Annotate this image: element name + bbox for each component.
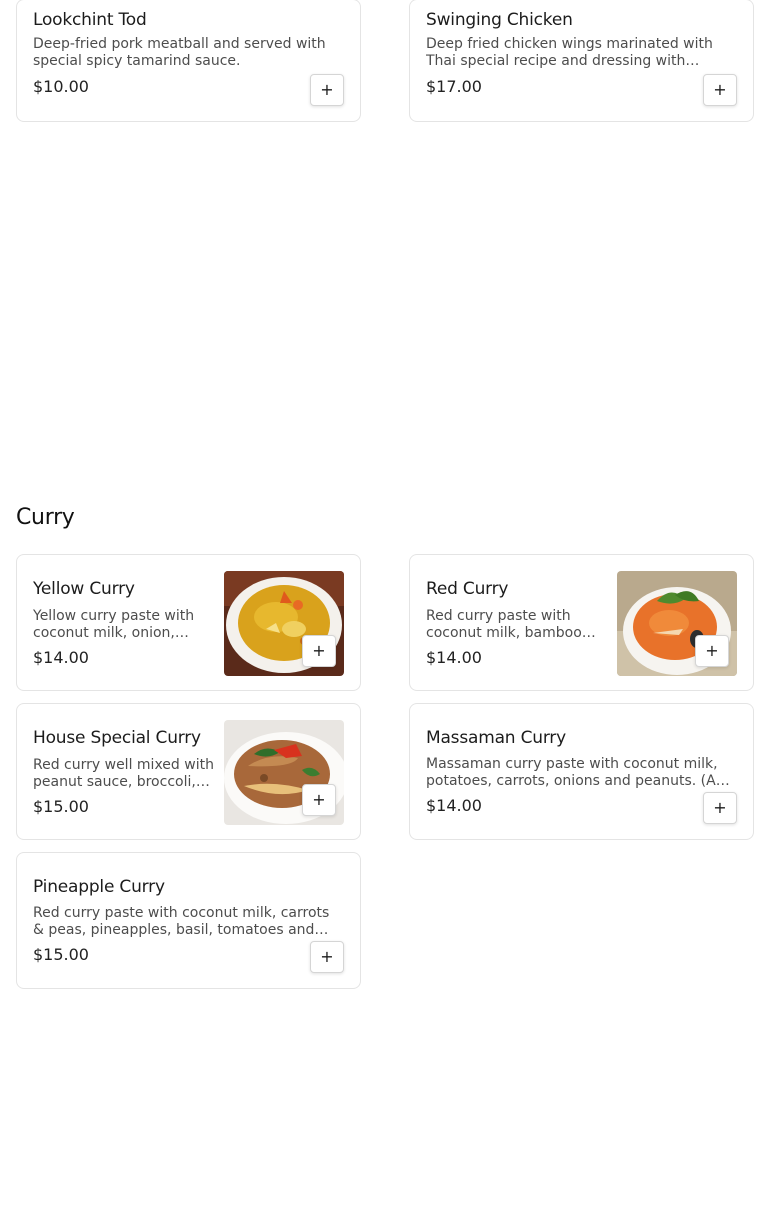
- add-to-cart-button[interactable]: +: [310, 74, 344, 106]
- menu-item-price: $15.00: [33, 945, 89, 964]
- menu-item-description: Red curry paste with coconut milk, bambo…: [426, 608, 582, 641]
- menu-item-name: Lookchint Tod: [33, 10, 147, 30]
- menu-item-name: Massaman Curry: [426, 728, 566, 748]
- plus-icon: +: [705, 641, 719, 660]
- menu-item-price: $14.00: [426, 796, 482, 815]
- menu-item-name: Yellow Curry: [33, 579, 135, 599]
- menu-item-price: $17.00: [426, 77, 482, 96]
- add-to-cart-button[interactable]: +: [302, 784, 336, 816]
- menu-item-name: Swinging Chicken: [426, 10, 573, 30]
- plus-icon: +: [312, 790, 326, 809]
- menu-item-card[interactable]: Pineapple Curry Red curry paste with coc…: [16, 852, 361, 989]
- menu-item-description: Red curry paste with coconut milk, carro…: [33, 905, 330, 938]
- menu-item-card[interactable]: House Special Curry Red curry well mixed…: [16, 703, 361, 840]
- plus-icon: +: [713, 80, 727, 99]
- plus-icon: +: [312, 641, 326, 660]
- add-to-cart-button[interactable]: +: [695, 635, 729, 667]
- menu-item-card[interactable]: Red Curry Red curry paste with coconut m…: [409, 554, 754, 691]
- menu-item-description: Yellow curry paste with coconut milk, on…: [33, 608, 195, 641]
- menu-item-description: Red curry well mixed with peanut sauce, …: [33, 757, 214, 790]
- plus-icon: +: [320, 947, 334, 966]
- menu-item-name: Red Curry: [426, 579, 509, 599]
- add-to-cart-button[interactable]: +: [310, 941, 344, 973]
- menu-item-name: House Special Curry: [33, 728, 201, 748]
- plus-icon: +: [320, 80, 334, 99]
- section-title-curry: Curry: [16, 505, 75, 530]
- menu-item-description: Deep fried chicken wings marinated with …: [426, 36, 713, 69]
- plus-icon: +: [713, 798, 727, 817]
- menu-item-description: Deep-fried pork meatball and served with…: [33, 36, 326, 69]
- menu-item-card[interactable]: Yellow Curry Yellow curry paste with coc…: [16, 554, 361, 691]
- menu-item-price: $14.00: [33, 648, 89, 667]
- menu-item-description: Massaman curry paste with coconut milk, …: [426, 756, 724, 789]
- menu-item-price: $14.00: [426, 648, 482, 667]
- add-to-cart-button[interactable]: +: [703, 74, 737, 106]
- menu-item-price: $15.00: [33, 797, 89, 816]
- menu-item-card[interactable]: Lookchint Tod Deep-fried pork meatball a…: [16, 0, 361, 122]
- menu-item-name: Pineapple Curry: [33, 877, 165, 897]
- menu-item-price: $10.00: [33, 77, 89, 96]
- menu-item-card[interactable]: Swinging Chicken Deep fried chicken wing…: [409, 0, 754, 122]
- menu-item-card[interactable]: Massaman Curry Massaman curry paste with…: [409, 703, 754, 840]
- add-to-cart-button[interactable]: +: [703, 792, 737, 824]
- add-to-cart-button[interactable]: +: [302, 635, 336, 667]
